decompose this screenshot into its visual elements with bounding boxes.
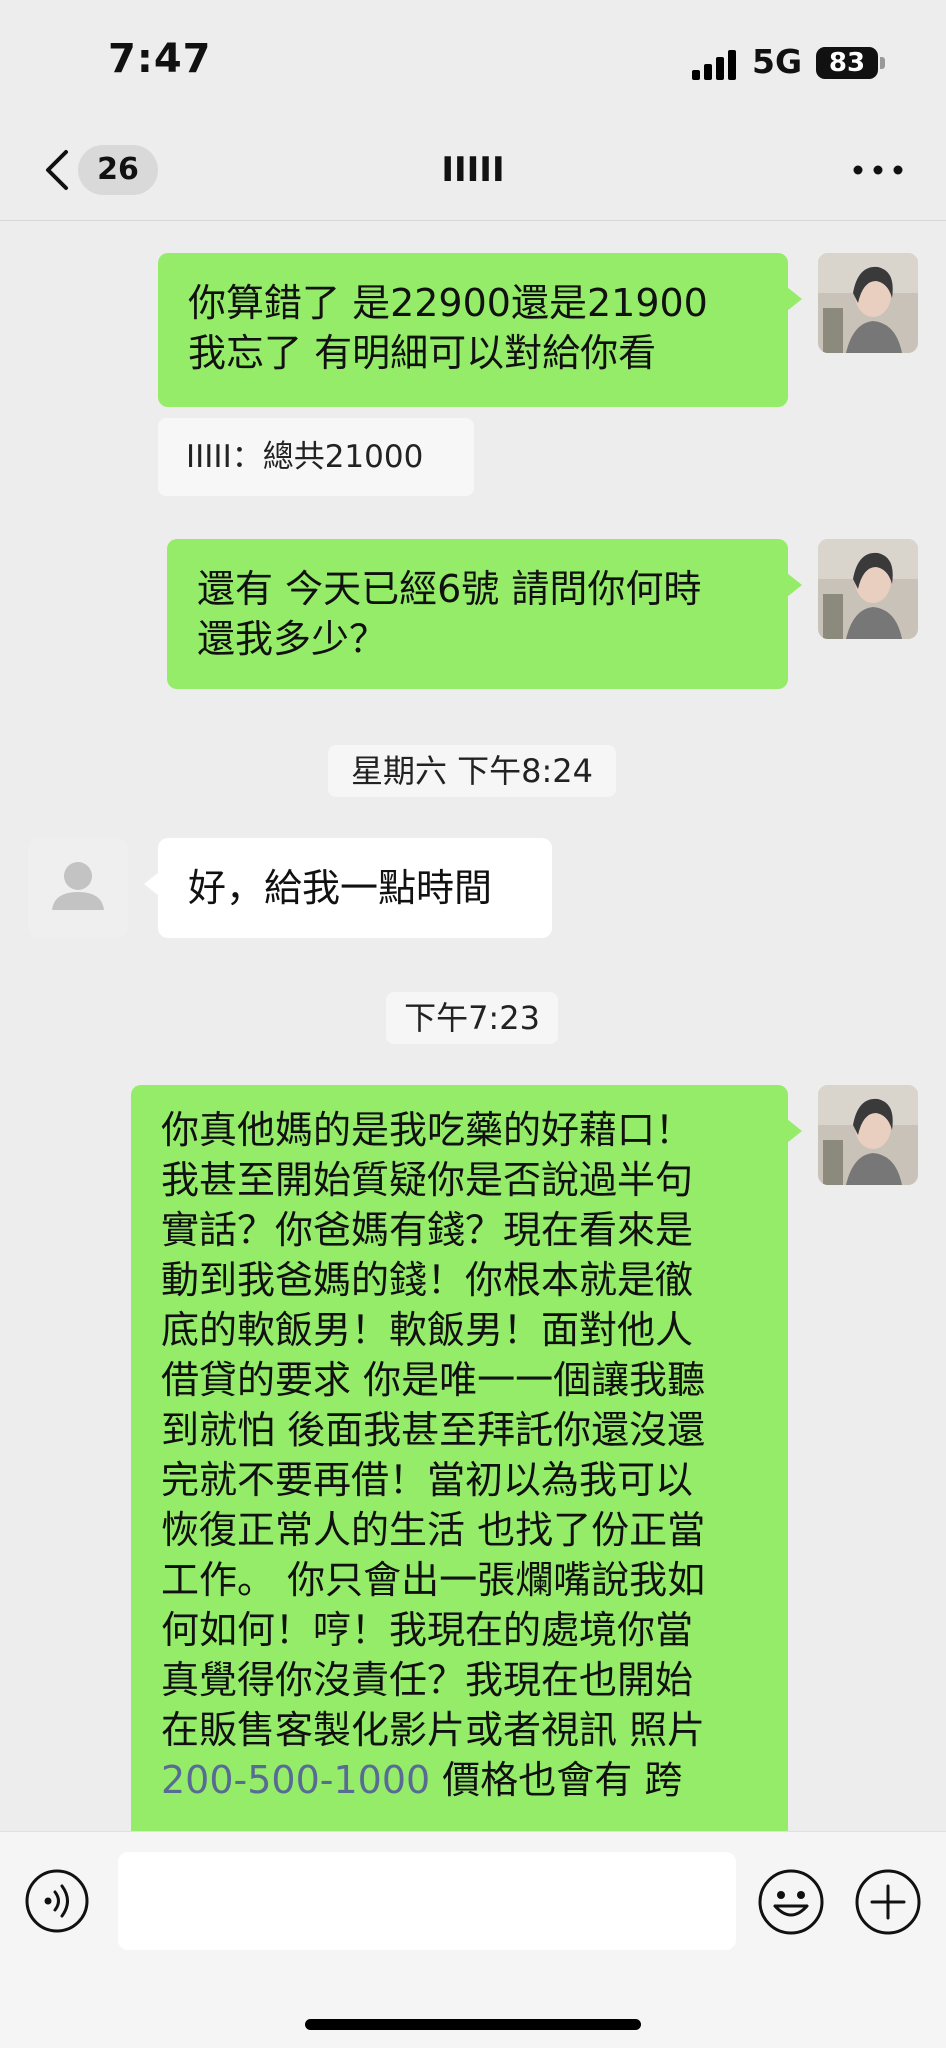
self-avatar[interactable] bbox=[818, 539, 918, 639]
phone-number-link[interactable]: 200-500-1000 bbox=[161, 1758, 430, 1802]
self-avatar-photo-icon bbox=[818, 1085, 918, 1185]
chat-screen: 7:47 5G 83 26 IIIII 你算錯了 是22900還是21900 我… bbox=[0, 0, 946, 2048]
self-avatar[interactable] bbox=[818, 1085, 918, 1185]
signal-icon bbox=[692, 50, 738, 80]
unread-count-badge[interactable]: 26 bbox=[78, 145, 158, 195]
timestamp-label: 下午7:23 bbox=[386, 992, 558, 1044]
message-text: 好，給我一點時間 bbox=[188, 866, 493, 910]
self-avatar-photo-icon bbox=[818, 253, 918, 353]
quoted-message[interactable]: IIIII：總共21000 bbox=[158, 418, 474, 496]
self-avatar[interactable] bbox=[818, 253, 918, 353]
chat-messages: 你算錯了 是22900還是21900 我忘了 有明細可以對給你看 IIIII：總… bbox=[0, 221, 946, 1831]
message-text: 你真他媽的是我吃藥的好藉口！ 我甚至開始質疑你是否說過半句 實話？你爸媽有錢？現… bbox=[161, 1105, 758, 1805]
status-bar: 7:47 5G 83 bbox=[0, 0, 946, 120]
message-text: 還有 今天已經6號 請問你何時 還我多少？ bbox=[197, 567, 702, 661]
battery-icon: 83 bbox=[816, 47, 878, 79]
message-bubble[interactable]: 你真他媽的是我吃藥的好藉口！ 我甚至開始質疑你是否說過半句 實話？你爸媽有錢？現… bbox=[131, 1085, 802, 1831]
message-bubble[interactable]: 好，給我一點時間 bbox=[144, 838, 552, 938]
status-time: 7:47 bbox=[108, 36, 212, 82]
default-avatar-icon bbox=[52, 862, 104, 910]
network-type: 5G bbox=[752, 42, 803, 81]
back-arrow-icon[interactable] bbox=[38, 148, 78, 192]
voice-icon[interactable] bbox=[24, 1868, 90, 1934]
home-indicator[interactable] bbox=[305, 2019, 641, 2030]
message-input[interactable] bbox=[118, 1852, 736, 1950]
timestamp-label: 星期六 下午8:24 bbox=[328, 745, 616, 797]
message-text-part: 價格也會有 跨 bbox=[430, 1758, 683, 1802]
contact-avatar[interactable] bbox=[28, 838, 128, 938]
self-avatar-photo-icon bbox=[818, 539, 918, 639]
input-bar bbox=[0, 1831, 946, 2048]
nav-bar: 26 IIIII bbox=[0, 120, 946, 221]
message-bubble[interactable]: 還有 今天已經6號 請問你何時 還我多少？ bbox=[167, 539, 802, 689]
plus-icon[interactable] bbox=[854, 1868, 922, 1936]
message-bubble[interactable]: 你算錯了 是22900還是21900 我忘了 有明細可以對給你看 bbox=[158, 253, 802, 407]
battery-level: 83 bbox=[828, 48, 866, 78]
message-text-part: 你真他媽的是我吃藥的好藉口！ 我甚至開始質疑你是否說過半句 實話？你爸媽有錢？現… bbox=[161, 1108, 706, 1752]
battery-cap bbox=[880, 57, 885, 69]
chat-title: IIIII bbox=[441, 150, 505, 190]
more-icon[interactable] bbox=[850, 155, 906, 185]
message-text: 你算錯了 是22900還是21900 我忘了 有明細可以對給你看 bbox=[188, 281, 708, 375]
emoji-icon[interactable] bbox=[757, 1868, 825, 1936]
